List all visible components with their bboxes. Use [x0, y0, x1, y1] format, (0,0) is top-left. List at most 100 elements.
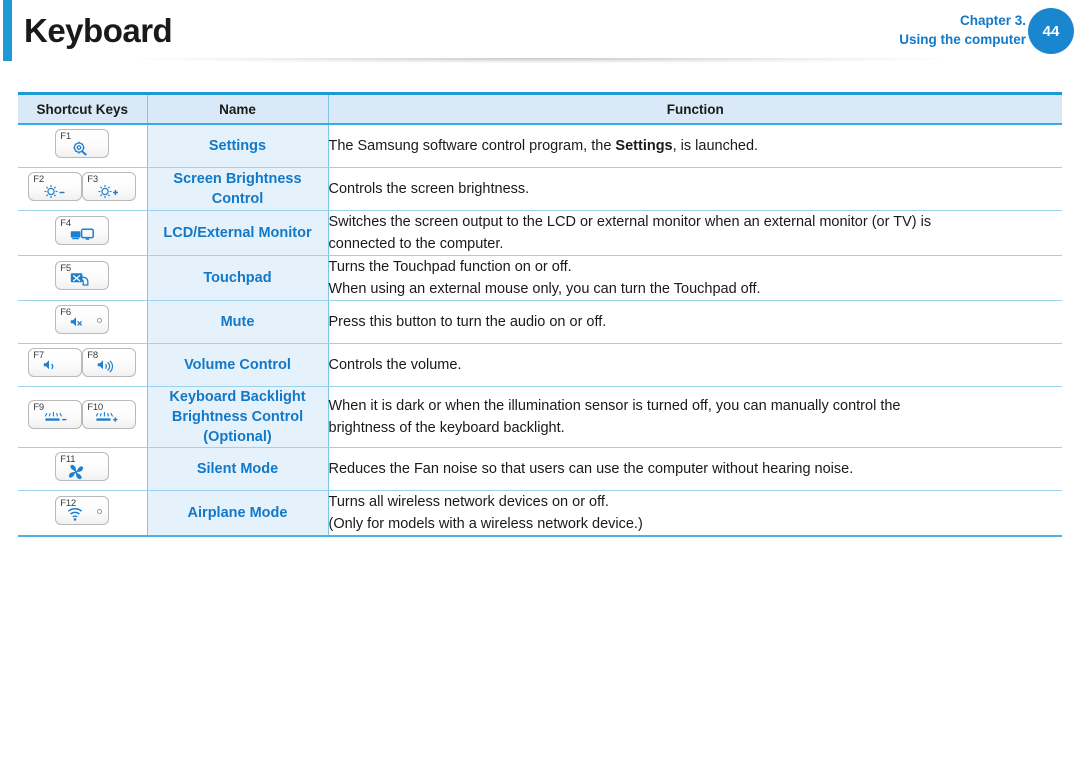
shortcut-name-line: Brightness Control — [171, 409, 304, 425]
column-header-function: Function — [327, 92, 1062, 125]
settings-gear-icon — [70, 140, 94, 157]
shortcut-function-cell: Reduces the Fan noise so that users can … — [328, 447, 1063, 491]
shortcut-keys-cell: F7 F8 — [18, 343, 147, 387]
column-header-shortcut-keys: Shortcut Keys — [18, 92, 147, 125]
chapter-name: Using the computer — [899, 32, 1026, 47]
volume-up-icon — [97, 359, 121, 376]
table-row: F7 F8 Volume Control Controls the volume. — [18, 343, 1063, 387]
function-text-line: When it is dark or when the illumination… — [329, 395, 1063, 417]
keyboard-backlight-down-icon — [43, 411, 67, 428]
function-text-line: brightness of the keyboard backlight. — [329, 417, 1063, 439]
keycap-f3[interactable]: F3 — [82, 172, 137, 201]
function-text-fragment: Press this button to turn the audio on o… — [328, 314, 607, 330]
function-text-line: connected to the computer. — [329, 233, 1063, 255]
shortcut-function-cell: Switches the screen output to the LCD or… — [328, 210, 1063, 256]
shortcut-function-cell: Press this button to turn the audio on o… — [328, 300, 1063, 344]
shortcut-name-cell: Mute — [146, 300, 329, 344]
function-text-line: Press this button to turn the audio on o… — [329, 311, 1063, 333]
shortcut-keys-table: Shortcut Keys Name Function F1 Settings Th… — [18, 92, 1062, 537]
keycap-f8[interactable]: F8 — [82, 348, 137, 377]
table-row: F2 F3 Screen Brightness Control Controls th… — [18, 167, 1062, 211]
page-number-badge: 44 — [1028, 8, 1074, 54]
function-text-line: The Samsung software control program, th… — [329, 135, 1063, 157]
function-text-fragment: Controls the screen brightness. — [328, 181, 530, 197]
brightness-down-icon — [43, 183, 67, 200]
shortcut-function-cell: Controls the screen brightness. — [328, 167, 1062, 211]
function-text-line: Turns all wireless network devices on or… — [329, 491, 1063, 513]
shortcut-name-cell: Volume Control — [146, 343, 329, 387]
chapter-breadcrumb: Chapter 3. Using the computer — [899, 11, 1026, 49]
keycap-f2[interactable]: F2 — [28, 172, 83, 201]
keycap-f10[interactable]: F10 — [82, 400, 137, 429]
keycap-f11[interactable]: F11 — [55, 452, 110, 481]
header-accent-bar — [3, 0, 12, 61]
shortcut-keys-cell: F4 — [18, 210, 147, 256]
function-text-fragment: When using an external mouse only, you c… — [328, 281, 761, 297]
shortcut-name-cell: Settings — [146, 124, 329, 168]
mute-icon — [70, 316, 94, 333]
page-header: Keyboard Chapter 3. Using the computer 4… — [0, 0, 1080, 70]
table-row: F12 Airplane Mode Turns all wireless netwo… — [18, 490, 1063, 537]
shortcut-name-cell: LCD/External Monitor — [146, 210, 329, 256]
external-monitor-icon — [70, 227, 95, 244]
function-text-emphasis: Settings — [615, 138, 673, 154]
shortcut-keys-cell: F9 F10 — [18, 386, 147, 448]
shortcut-function-cell: Controls the volume. — [328, 343, 1063, 387]
function-text-fragment: When it is dark or when the illumination… — [328, 398, 901, 414]
function-text-fragment: (Only for models with a wireless network… — [328, 516, 643, 532]
shortcut-name-cell: Keyboard Backlight Brightness Control (Opt… — [146, 386, 329, 448]
shortcut-name-cell: Screen Brightness Control — [146, 167, 329, 211]
function-text-fragment: The Samsung software control program, th… — [328, 138, 616, 154]
function-text-fragment: Reduces the Fan noise so that users can … — [328, 461, 854, 477]
fan-icon — [67, 463, 91, 480]
header-divider-shadow — [0, 58, 1080, 70]
keycap-f7[interactable]: F7 — [28, 348, 83, 377]
function-text-line: Reduces the Fan noise so that users can … — [329, 458, 1063, 480]
function-text-fragment: brightness of the keyboard backlight. — [328, 420, 565, 436]
function-text-fragment: Turns the Touchpad function on or off. — [328, 259, 572, 275]
keycap-f6[interactable]: F6 — [55, 305, 110, 334]
shortcut-keys-cell: F1 — [18, 124, 147, 168]
shortcut-function-cell: Turns the Touchpad function on or off. Wh… — [328, 255, 1063, 301]
shortcut-function-cell: When it is dark or when the illumination… — [328, 386, 1063, 448]
keycap-f4[interactable]: F4 — [55, 216, 110, 245]
table-body: F1 Settings The Samsung software control p… — [18, 124, 1063, 537]
wireless-icon — [67, 507, 91, 524]
shortcut-function-cell: Turns all wireless network devices on or… — [328, 490, 1063, 537]
shortcut-name-cell: Airplane Mode — [146, 490, 329, 537]
shortcut-name-line: Keyboard Backlight — [169, 389, 306, 405]
table-row: F11 Silent Mode Reduces the Fan noise so t… — [18, 447, 1063, 491]
keycap-f5[interactable]: F5 — [55, 261, 110, 290]
shortcut-keys-cell: F2 F3 — [18, 167, 147, 211]
keycap-f12[interactable]: F12 — [55, 496, 110, 525]
shortcut-name-line: (Optional) — [203, 429, 272, 445]
table-row: F1 Settings The Samsung software control p… — [18, 124, 1062, 168]
keyboard-backlight-up-icon — [94, 411, 118, 428]
function-text-fragment: Turns all wireless network devices on or… — [328, 494, 609, 510]
volume-down-icon — [43, 359, 67, 376]
column-header-name: Name — [146, 92, 328, 125]
function-text-line: Controls the volume. — [329, 354, 1063, 376]
shortcut-name-cell: Silent Mode — [146, 447, 329, 491]
table-row: F9 F10 Keyboard Backlight Brightness Contro… — [18, 386, 1063, 448]
table-row: F6 Mute Press this button to turn the audi… — [18, 300, 1063, 344]
function-text-line: (Only for models with a wireless network… — [329, 513, 1063, 535]
shortcut-keys-cell: F11 — [18, 447, 147, 491]
keycap-f9[interactable]: F9 — [28, 400, 83, 429]
keycap-f1[interactable]: F1 — [55, 129, 110, 158]
page-title: Keyboard — [24, 12, 173, 49]
touchpad-off-icon — [70, 272, 94, 289]
table-row: F5 Touchpad Turns the Touchpad function on… — [18, 255, 1063, 301]
keycap-led-indicator-icon — [97, 509, 103, 514]
function-text-line: When using an external mouse only, you c… — [329, 278, 1063, 300]
function-text-fragment: , is launched. — [672, 138, 759, 154]
function-text-fragment: Controls the volume. — [328, 357, 462, 373]
keycap-led-indicator-icon — [97, 318, 103, 323]
table-header-row: Shortcut Keys Name Function — [18, 92, 1062, 125]
shortcut-function-cell: The Samsung software control program, th… — [328, 124, 1062, 168]
shortcut-keys-cell: F5 — [18, 255, 147, 301]
shortcut-keys-cell: F6 — [18, 300, 147, 344]
function-text-fragment: connected to the computer. — [328, 236, 504, 252]
table-header: Shortcut Keys Name Function — [18, 92, 1062, 125]
brightness-up-icon — [97, 183, 121, 200]
